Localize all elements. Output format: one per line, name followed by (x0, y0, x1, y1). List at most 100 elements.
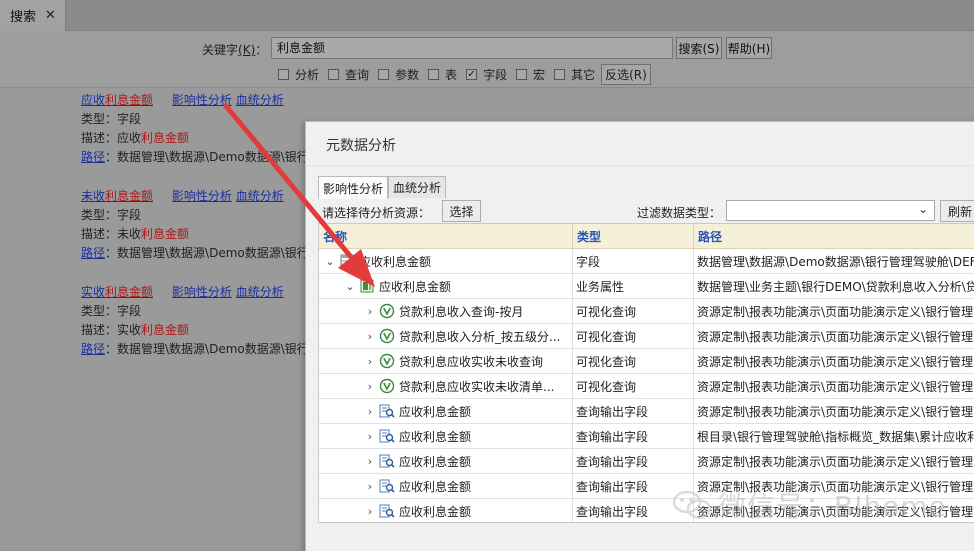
tree-row[interactable]: ⌄ 应收利息金额 业务属性 数据管理\业务主题\银行DEMO\贷款利息收入分析\贷 (319, 274, 974, 299)
filter-type-select[interactable]: ⌄ (726, 200, 935, 221)
result-description: 描述：实收利息金额 (81, 323, 190, 337)
result-title-link[interactable]: 实收利息金额 (81, 285, 153, 299)
collapse-chevron-icon[interactable]: › (363, 430, 377, 443)
tab-lineage-analysis[interactable]: 血统分析 (388, 176, 447, 198)
filter-other[interactable]: 其它 (554, 66, 595, 83)
checkbox[interactable] (378, 69, 390, 80)
choose-button[interactable]: 选择 (442, 200, 481, 222)
keyword-input[interactable]: 利息金额 (271, 37, 673, 59)
tree-cell-path: 资源定制\报表功能演示\页面功能演示定义\银行管理驾 (697, 404, 974, 419)
tree-cell-path: 资源定制\报表功能演示\页面功能演示定义\银行管理驾 (697, 379, 974, 394)
chevron-down-icon: ⌄ (917, 202, 928, 216)
tree-cell-path: 资源定制\报表功能演示\页面功能演示定义\银行管理驾 (697, 454, 974, 469)
tree-cell-name: › 贷款利息应收实收未收查询 (319, 349, 573, 373)
search-results: 应收利息金额 影响性分析 血统分析 类型：字段 描述：应收利息金额 路径：数据管… (81, 91, 311, 379)
collapse-chevron-icon[interactable]: › (363, 305, 377, 318)
tree-cell-path: 数据管理\业务主题\银行DEMO\贷款利息收入分析\贷 (697, 279, 974, 294)
tree-node-label: 贷款利息应收实收未收查询 (399, 354, 544, 369)
tree-cell-name: › 贷款利息应收实收未收清单... (319, 374, 573, 398)
tree-row[interactable]: › 应收利息金额 查询输出字段 根目录\银行管理驾驶舱\指标概览_数据集\累计应收利 (319, 424, 974, 449)
refresh-button[interactable]: 刷新 (940, 200, 974, 222)
result-title-link[interactable]: 未收利息金额 (81, 189, 153, 203)
tree-cell-path: 数据管理\数据源\Demo数据源\银行管理驾驶舱\DEF (697, 254, 974, 269)
tree-cell-path: 根目录\银行管理驾驶舱\指标概览_数据集\累计应收利 (697, 429, 974, 444)
divider (306, 165, 974, 166)
tab-search[interactable]: 搜索 ✕ (0, 0, 66, 31)
tree-cell-name: ⌄ 应收利息金额 (319, 249, 573, 273)
result-title-link[interactable]: 应收利息金额 (81, 93, 153, 107)
checkbox[interactable] (328, 69, 340, 80)
filter-query[interactable]: 查询 (328, 66, 369, 83)
lineage-analysis-link[interactable]: 血统分析 (236, 189, 284, 203)
tree-node-label: 应收利息金额 (399, 504, 472, 519)
filter-parameter[interactable]: 参数 (378, 66, 419, 83)
business-attribute-icon (360, 279, 374, 293)
collapse-chevron-icon[interactable]: › (363, 505, 377, 518)
result-type: 类型：字段 (81, 112, 142, 126)
result-item: 应收利息金额 影响性分析 血统分析 类型：字段 描述：应收利息金额 路径：数据管… (81, 91, 311, 167)
tab-bar: 搜索 ✕ (0, 0, 974, 31)
column-header-type[interactable]: 类型 (573, 224, 694, 248)
search-button[interactable]: 搜索(S) (676, 37, 722, 59)
tree-row[interactable]: ⌄ 应收利息金额 字段 数据管理\数据源\Demo数据源\银行管理驾驶舱\DEF (319, 249, 974, 274)
tree-node-label: 贷款利息收入分析_按五级分... (399, 329, 561, 344)
column-header-name[interactable]: 名称 (319, 224, 573, 248)
tree-cell-type: 业务属性 (573, 274, 694, 298)
impact-analysis-link[interactable]: 影响性分析 (172, 189, 232, 203)
expand-chevron-icon[interactable]: ⌄ (343, 280, 357, 293)
tab-impact-analysis[interactable]: 影响性分析 (318, 176, 389, 199)
tree-row[interactable]: › 贷款利息收入查询-按月 可视化查询 资源定制\报表功能演示\页面功能演示定义\银行… (319, 299, 974, 324)
collapse-chevron-icon[interactable]: › (363, 355, 377, 368)
tree-cell-name: › 应收利息金额 (319, 474, 573, 498)
path-link[interactable]: 路径 (81, 246, 105, 260)
tree-cell-name: ⌄ 应收利息金额 (319, 274, 573, 298)
path-link[interactable]: 路径 (81, 150, 105, 164)
collapse-chevron-icon[interactable]: › (363, 480, 377, 493)
tree-row[interactable]: › 贷款利息应收实收未收查询 可视化查询 资源定制\报表功能演示\页面功能演示定义\银… (319, 349, 974, 374)
grid-header: 名称 类型 路径 (319, 224, 974, 249)
visual-query-icon (379, 303, 395, 319)
visual-query-icon (379, 353, 395, 369)
filter-analysis[interactable]: 分析 (278, 66, 319, 83)
tree-cell-path: 资源定制\报表功能演示\页面功能演示定义\银行管理驾 (697, 304, 974, 319)
column-header-path[interactable]: 路径 (694, 224, 974, 248)
impact-analysis-link[interactable]: 影响性分析 (172, 93, 232, 107)
checkbox[interactable] (554, 69, 566, 80)
filter-macro[interactable]: 宏 (516, 66, 545, 83)
collapse-chevron-icon[interactable]: › (363, 405, 377, 418)
result-path: 路径：数据管理\数据源\Demo数据源\银行 (81, 342, 309, 356)
tree-cell-name: › 应收利息金额 (319, 449, 573, 473)
tree-cell-name: › 应收利息金额 (319, 424, 573, 448)
checkbox-checked[interactable]: ✓ (466, 69, 478, 80)
tree-cell-path: 资源定制\报表功能演示\页面功能演示定义\银行管理驾 (697, 354, 974, 369)
filter-field[interactable]: ✓ 字段 (466, 66, 507, 83)
tree-node-label: 贷款利息收入查询-按月 (399, 304, 524, 319)
checkbox[interactable] (428, 69, 440, 80)
visual-query-icon (379, 378, 395, 394)
close-icon[interactable]: ✕ (45, 8, 56, 23)
filter-table[interactable]: 表 (428, 66, 457, 83)
checkbox[interactable] (516, 69, 528, 80)
help-button[interactable]: 帮助(H) (726, 37, 772, 59)
impact-analysis-link[interactable]: 影响性分析 (172, 285, 232, 299)
query-output-field-icon (379, 454, 395, 468)
lineage-analysis-link[interactable]: 血统分析 (236, 93, 284, 107)
lineage-analysis-link[interactable]: 血统分析 (236, 285, 284, 299)
watermark: 微信号：BIhome (672, 480, 962, 530)
collapse-chevron-icon[interactable]: › (363, 330, 377, 343)
tree-row[interactable]: › 贷款利息收入分析_按五级分... 可视化查询 资源定制\报表功能演示\页面功能演示… (319, 324, 974, 349)
query-output-field-icon (379, 429, 395, 443)
checkbox[interactable] (278, 69, 289, 80)
path-link[interactable]: 路径 (81, 342, 105, 356)
tree-row[interactable]: › 应收利息金额 查询输出字段 资源定制\报表功能演示\页面功能演示定义\银行管理驾 (319, 449, 974, 474)
visual-query-icon (379, 328, 395, 344)
tree-node-label: 应收利息金额 (399, 429, 472, 444)
invert-selection-button[interactable]: 反选(R) (601, 64, 651, 85)
expand-chevron-icon[interactable]: ⌄ (323, 255, 337, 268)
tree-node-label: 贷款利息应收实收未收清单... (399, 379, 555, 394)
tree-row[interactable]: › 应收利息金额 查询输出字段 资源定制\报表功能演示\页面功能演示定义\银行管理驾 (319, 399, 974, 424)
collapse-chevron-icon[interactable]: › (363, 380, 377, 393)
dialog-toolbar: 请选择待分析资源： 选择 过滤数据类型： ⌄ 刷新 (316, 198, 974, 223)
collapse-chevron-icon[interactable]: › (363, 455, 377, 468)
tree-row[interactable]: › 贷款利息应收实收未收清单... 可视化查询 资源定制\报表功能演示\页面功能演示定… (319, 374, 974, 399)
